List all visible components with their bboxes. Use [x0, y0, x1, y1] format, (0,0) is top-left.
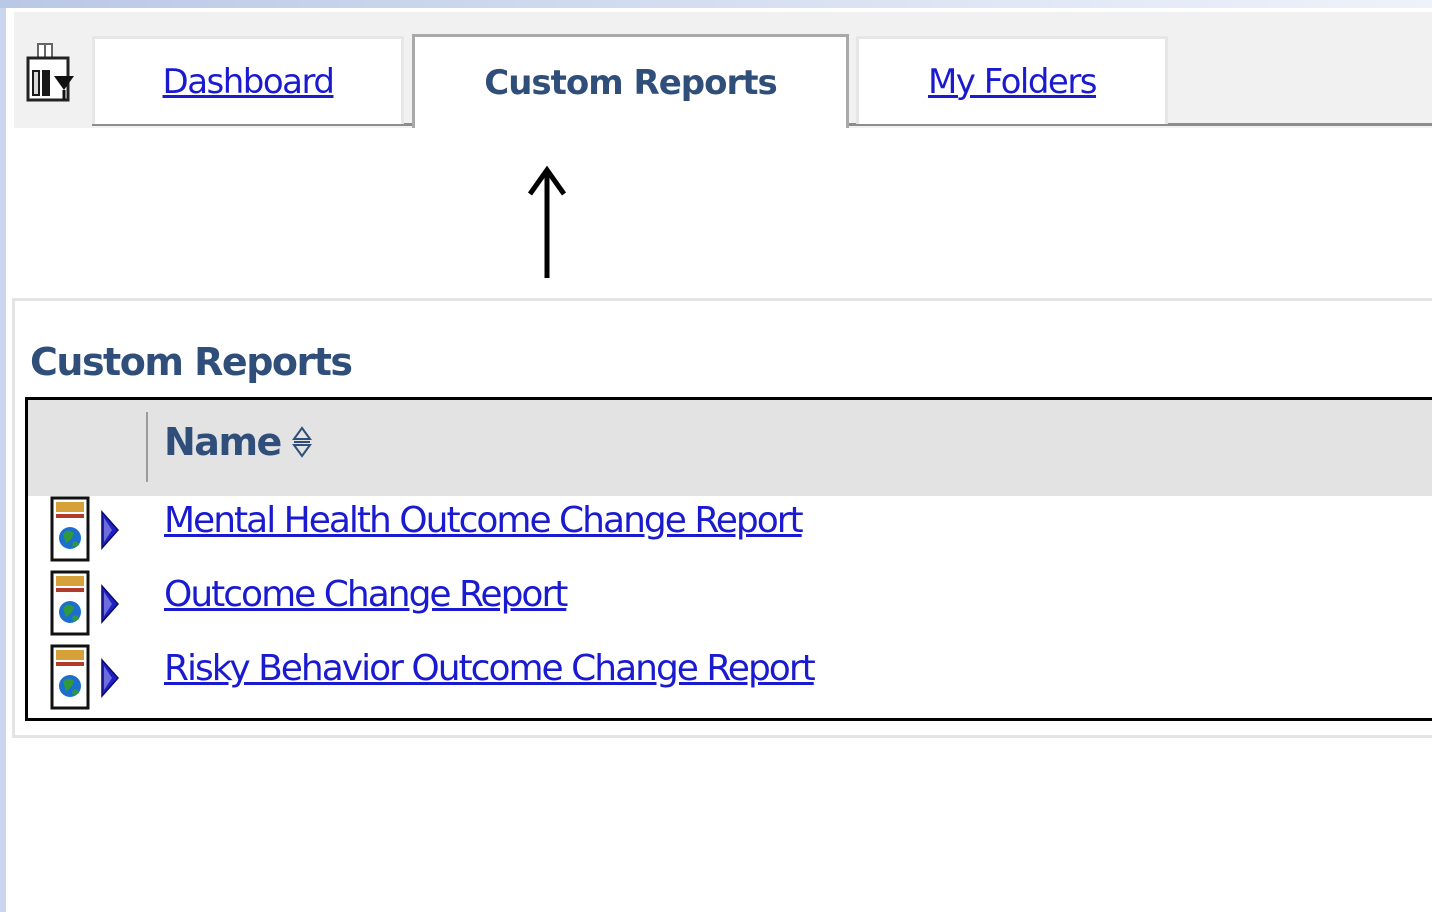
table-row: Mental Health Outcome Change Report	[28, 496, 1432, 570]
sort-icon[interactable]	[291, 422, 313, 462]
report-icon	[50, 644, 90, 710]
report-icon	[50, 496, 90, 562]
panel-title: Custom Reports	[30, 340, 353, 384]
column-header-name[interactable]: Name	[164, 420, 313, 464]
expand-arrow-icon[interactable]	[98, 658, 120, 698]
report-link[interactable]: Risky Behavior Outcome Change Report	[164, 648, 816, 689]
column-header-label: Name	[164, 420, 282, 464]
report-link[interactable]: Outcome Change Report	[164, 574, 568, 615]
report-icon	[50, 570, 90, 636]
table-row: Outcome Change Report	[28, 570, 1432, 644]
table-row: Risky Behavior Outcome Change Report	[28, 644, 1432, 718]
grid-header: Name	[28, 400, 1432, 496]
window-top-strip	[0, 0, 1432, 8]
report-link[interactable]: Mental Health Outcome Change Report	[164, 500, 804, 541]
home-menu-icon[interactable]	[24, 42, 80, 114]
tab-my-folders[interactable]: My Folders	[856, 36, 1168, 124]
expand-arrow-icon[interactable]	[98, 584, 120, 624]
tab-custom-reports[interactable]: Custom Reports	[412, 34, 849, 128]
tab-dashboard[interactable]: Dashboard	[92, 36, 404, 124]
column-separator	[146, 412, 148, 482]
up-arrow-icon	[527, 165, 567, 278]
reports-grid: Name Mental Health Outcome Change Report	[25, 397, 1432, 721]
expand-arrow-icon[interactable]	[98, 510, 120, 550]
window-left-edge	[0, 8, 6, 912]
